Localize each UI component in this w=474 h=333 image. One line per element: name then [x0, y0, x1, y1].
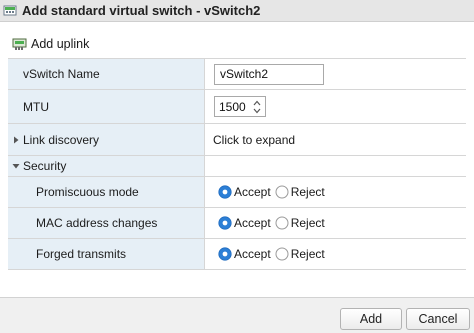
promiscuous-mode-label: Promiscuous mode — [36, 185, 139, 199]
mac-changes-reject-radio[interactable]: Reject — [275, 216, 325, 230]
security-label: Security — [23, 159, 67, 173]
forged-transmits-value-cell: Accept Reject — [205, 239, 466, 269]
mac-address-changes-radio-group: Accept Reject — [218, 216, 329, 230]
promiscuous-accept-radio[interactable]: Accept — [218, 185, 271, 199]
mtu-input[interactable] — [215, 97, 251, 116]
vswitch-name-row: vSwitch Name — [8, 59, 466, 90]
caret-right-icon[interactable] — [11, 135, 21, 145]
vswitch-name-label-cell: vSwitch Name — [8, 59, 205, 89]
promiscuous-mode-radio-group: Accept Reject — [218, 185, 329, 199]
caret-down-icon[interactable] — [11, 161, 21, 171]
network-adapter-icon — [12, 38, 27, 50]
link-discovery-value-cell[interactable]: Click to expand — [205, 124, 466, 155]
forged-transmits-label-cell: Forged transmits — [8, 239, 205, 269]
mtu-value-cell — [205, 90, 466, 123]
vswitch-name-value-cell — [205, 59, 466, 89]
radio-selected-icon[interactable] — [218, 247, 232, 261]
mac-address-changes-label: MAC address changes — [36, 216, 158, 230]
vswitch-form: vSwitch Name MTU — [8, 58, 466, 270]
accept-label: Accept — [234, 247, 271, 261]
mac-address-changes-row: MAC address changes Accept Reject — [8, 208, 466, 239]
security-label-cell[interactable]: Security — [8, 156, 205, 176]
mac-changes-accept-radio[interactable]: Accept — [218, 216, 271, 230]
add-vswitch-dialog: Add standard virtual switch - vSwitch2 A… — [0, 0, 474, 333]
dialog-title: Add standard virtual switch - vSwitch2 — [22, 3, 261, 18]
dialog-titlebar[interactable]: Add standard virtual switch - vSwitch2 — [0, 0, 474, 22]
click-to-expand-link[interactable]: Click to expand — [213, 133, 295, 147]
promiscuous-mode-label-cell: Promiscuous mode — [8, 177, 205, 207]
forged-transmits-row: Forged transmits Accept Reject — [8, 239, 466, 270]
radio-unselected-icon[interactable] — [275, 247, 289, 261]
forged-accept-radio[interactable]: Accept — [218, 247, 271, 261]
promiscuous-mode-row: Promiscuous mode Accept Reject — [8, 177, 466, 208]
mac-address-changes-label-cell: MAC address changes — [8, 208, 205, 238]
accept-label: Accept — [234, 185, 271, 199]
mtu-stepper[interactable] — [214, 96, 266, 117]
forged-transmits-radio-group: Accept Reject — [218, 247, 329, 261]
accept-label: Accept — [234, 216, 271, 230]
vswitch-icon — [3, 5, 17, 15]
mtu-row: MTU — [8, 90, 466, 124]
security-section-row[interactable]: Security — [8, 156, 466, 177]
radio-selected-icon[interactable] — [218, 216, 232, 230]
cancel-button[interactable]: Cancel — [406, 308, 470, 330]
add-uplink-button[interactable]: Add uplink — [12, 36, 89, 52]
reject-label: Reject — [290, 247, 325, 261]
promiscuous-mode-value-cell: Accept Reject — [205, 177, 466, 207]
vswitch-name-input[interactable] — [214, 63, 324, 85]
add-uplink-label: Add uplink — [31, 37, 90, 51]
mtu-label: MTU — [23, 99, 49, 114]
dialog-footer: Add Cancel — [0, 297, 474, 333]
link-discovery-row[interactable]: Link discovery Click to expand — [8, 124, 466, 156]
link-discovery-label: Link discovery — [23, 132, 100, 147]
radio-unselected-icon[interactable] — [275, 185, 289, 199]
security-value-cell — [205, 156, 466, 176]
reject-label: Reject — [290, 185, 325, 199]
forged-transmits-label: Forged transmits — [36, 247, 127, 261]
mtu-label-cell: MTU — [8, 90, 205, 123]
forged-reject-radio[interactable]: Reject — [275, 247, 325, 261]
mac-address-changes-value-cell: Accept Reject — [205, 208, 466, 238]
vswitch-name-label: vSwitch Name — [23, 67, 100, 81]
promiscuous-reject-radio[interactable]: Reject — [275, 185, 325, 199]
reject-label: Reject — [290, 216, 325, 230]
radio-unselected-icon[interactable] — [275, 216, 289, 230]
add-button[interactable]: Add — [340, 308, 402, 330]
stepper-arrows-icon[interactable] — [253, 100, 261, 114]
radio-selected-icon[interactable] — [218, 185, 232, 199]
link-discovery-label-cell[interactable]: Link discovery — [8, 124, 205, 155]
